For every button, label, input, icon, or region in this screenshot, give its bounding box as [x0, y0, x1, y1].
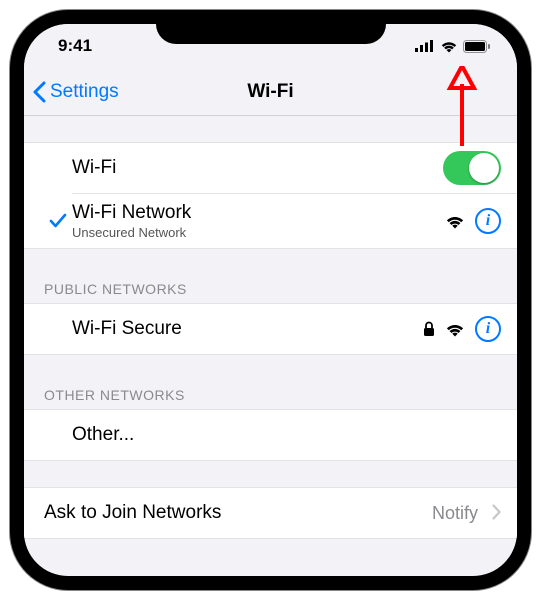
battery-icon: [463, 40, 491, 53]
other-networks-group: Other...: [24, 409, 517, 461]
info-button[interactable]: i: [475, 316, 501, 342]
public-network-row[interactable]: Wi-Fi Secure i: [24, 304, 517, 354]
connected-network-subtitle: Unsecured Network: [72, 225, 445, 240]
ask-to-join-row[interactable]: Ask to Join Networks Notify: [24, 488, 517, 538]
connected-network-row[interactable]: Wi-Fi Network Unsecured Network i: [24, 194, 517, 248]
back-button[interactable]: Settings: [32, 81, 119, 103]
public-networks-header: PUBLIC NETWORKS: [24, 275, 517, 303]
wifi-signal-icon: [445, 214, 465, 229]
info-button[interactable]: i: [475, 208, 501, 234]
public-network-name: Wi-Fi Secure: [72, 318, 182, 340]
chevron-right-icon: [492, 500, 501, 526]
status-indicators: [415, 40, 491, 53]
other-networks-header: OTHER NETWORKS: [24, 381, 517, 409]
other-label: Other...: [72, 424, 134, 446]
wifi-toggle-label: Wi-Fi: [72, 157, 116, 179]
device-frame: 9:41 Settings Wi-Fi: [10, 10, 531, 590]
chevron-left-icon: [32, 81, 46, 103]
back-label: Settings: [50, 81, 119, 103]
wifi-toggle-switch[interactable]: [443, 151, 501, 185]
cellular-signal-icon: [415, 40, 435, 52]
wifi-toggle-row[interactable]: Wi-Fi: [24, 143, 517, 193]
status-wifi-icon: [440, 40, 458, 53]
other-network-row[interactable]: Other...: [24, 410, 517, 460]
ask-to-join-value: Notify: [432, 503, 478, 524]
status-time: 9:41: [58, 36, 92, 56]
wifi-main-group: Wi-Fi Wi-Fi Network Unsecured Network: [24, 142, 517, 249]
nav-bar: Settings Wi-Fi: [24, 68, 517, 116]
device-notch: [156, 10, 386, 44]
public-networks-group: Wi-Fi Secure i: [24, 303, 517, 355]
content[interactable]: Wi-Fi Wi-Fi Network Unsecured Network: [24, 116, 517, 539]
screen: 9:41 Settings Wi-Fi: [24, 24, 517, 576]
wifi-signal-icon: [445, 322, 465, 337]
ask-to-join-group: Ask to Join Networks Notify: [24, 487, 517, 539]
connected-network-name: Wi-Fi Network: [72, 202, 445, 224]
checkmark-icon: [44, 213, 72, 229]
ask-to-join-label: Ask to Join Networks: [44, 502, 221, 524]
lock-icon: [423, 321, 435, 337]
